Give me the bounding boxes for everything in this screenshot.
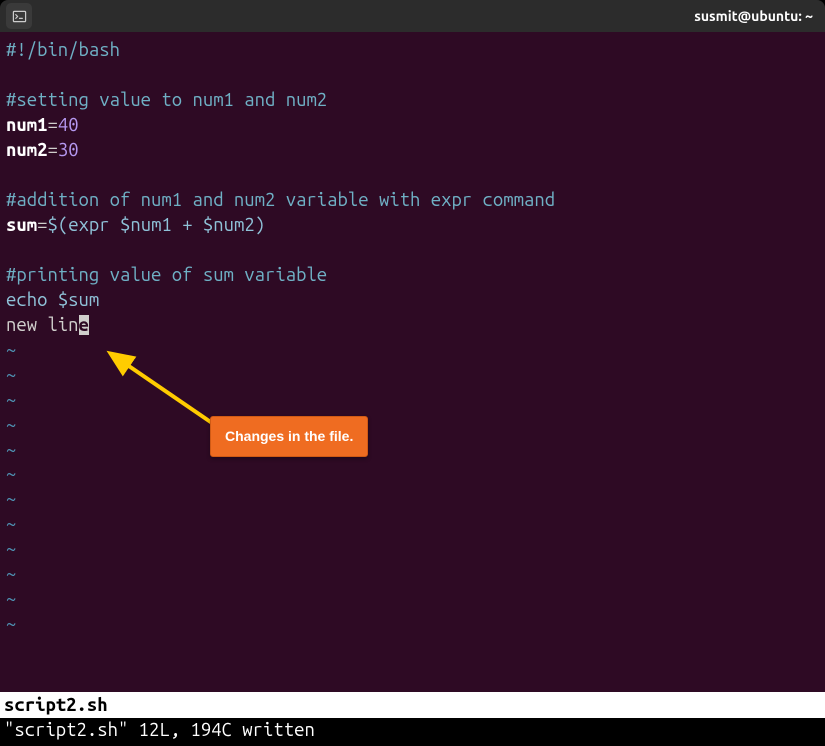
- terminal-icon[interactable]: [6, 3, 32, 29]
- vim-tilde: ~: [6, 438, 819, 463]
- vim-tilde: ~: [6, 462, 819, 487]
- echo-line: echo $sum: [6, 288, 819, 313]
- assign-line: sum=$(expr $num1 + $num2): [6, 213, 819, 238]
- vim-tilde: ~: [6, 562, 819, 587]
- vim-tilde: ~: [6, 612, 819, 637]
- annotation-callout: Changes in the file.: [210, 416, 368, 457]
- assign-line: num2=30: [6, 138, 819, 163]
- vim-tilde: ~: [6, 363, 819, 388]
- vim-tilde: ~: [6, 413, 819, 438]
- shebang-line: #!/bin/bash: [6, 40, 120, 60]
- vim-tilde: ~: [6, 537, 819, 562]
- blank-line: [6, 163, 819, 188]
- vim-tilde: ~: [6, 587, 819, 612]
- window-title: susmit@ubuntu: ~: [694, 8, 819, 24]
- window-titlebar: susmit@ubuntu: ~: [0, 0, 825, 32]
- blank-line: [6, 63, 819, 88]
- comment-line: #addition of num1 and num2 variable with…: [6, 190, 555, 210]
- vim-statusbar: script2.sh: [0, 692, 825, 718]
- vim-tilde: ~: [6, 388, 819, 413]
- cmdbar-text: "script2.sh" 12L, 194C written: [4, 720, 315, 740]
- assign-line: num1=40: [6, 113, 819, 138]
- comment-line: #setting value to num1 and num2: [6, 90, 327, 110]
- vim-tilde: ~: [6, 487, 819, 512]
- new-text-line: new line: [6, 313, 819, 338]
- vim-tilde: ~: [6, 512, 819, 537]
- statusbar-filename: script2.sh: [4, 695, 108, 715]
- cursor: e: [79, 315, 89, 335]
- comment-line: #printing value of sum variable: [6, 265, 327, 285]
- terminal-editor[interactable]: #!/bin/bash #setting value to num1 and n…: [0, 32, 825, 692]
- blank-line: [6, 238, 819, 263]
- vim-cmdbar: "script2.sh" 12L, 194C written: [0, 718, 825, 746]
- annotation-text: Changes in the file.: [225, 428, 353, 444]
- vim-tilde: ~: [6, 338, 819, 363]
